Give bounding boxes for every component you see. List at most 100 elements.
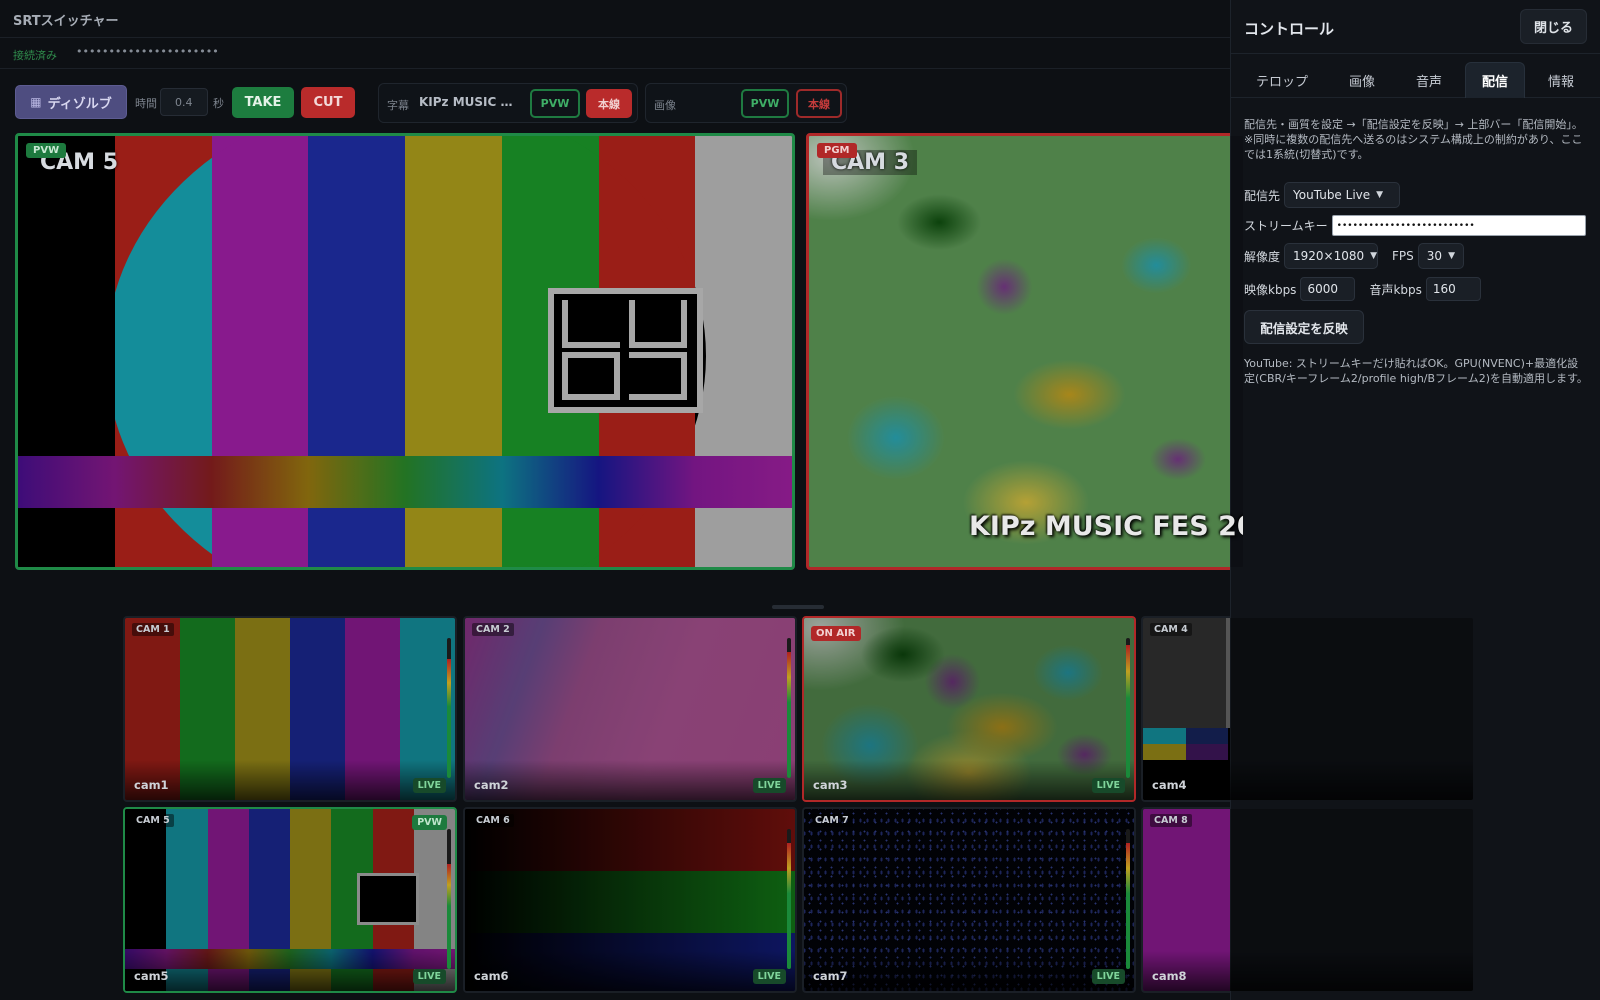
stream-key-input[interactable] (1331, 215, 1586, 236)
live-badge: LIVE (1091, 778, 1125, 793)
thumb-tag: CAM 5 (132, 814, 174, 827)
resolution-value: 1920×1080 (1293, 249, 1365, 263)
thumb-tag: CAM 6 (472, 814, 514, 827)
thumb-tag: CAM 4 (1150, 623, 1192, 636)
live-badge: LIVE (752, 778, 786, 793)
subtitle-pvw-button[interactable]: PVW (530, 89, 580, 118)
resize-handle[interactable] (772, 605, 824, 609)
preview-tag: PVW (26, 143, 67, 158)
dissolve-label: ディゾルブ (47, 96, 112, 112)
thumb-name: cam3 (813, 778, 848, 792)
audio-meter (787, 829, 791, 969)
chevron-down-icon: ▼ (1376, 190, 1384, 200)
image-pvw-button[interactable]: PVW (741, 89, 789, 118)
live-badge: LIVE (1091, 969, 1125, 984)
thumb-tag: CAM 8 (1150, 814, 1192, 827)
audio-kbps-label: 音声kbps (1369, 282, 1422, 297)
thumb-name: cam8 (1152, 969, 1187, 983)
thumb-tag: CAM 7 (811, 814, 853, 827)
thumb-name: cam5 (134, 969, 169, 983)
destination-row: 配信先 YouTube Live ▼ (1244, 182, 1401, 208)
apply-stream-settings-button[interactable]: 配信設定を反映 (1244, 310, 1364, 344)
color-gradient-band (18, 456, 792, 508)
camera-thumb-2[interactable]: CAM 2 cam2 LIVE (463, 616, 797, 802)
connection-bar: 接続済み •••••••••••••••••••••• (0, 39, 1230, 69)
time-label: 時間 (135, 97, 157, 110)
video-kbps-input[interactable] (1300, 277, 1356, 301)
bitrate-row: 映像kbps 音声kbps (1244, 277, 1481, 301)
image-program-button[interactable]: 本線 (796, 89, 842, 118)
tab-image[interactable]: 画像 (1333, 62, 1391, 98)
thumb-tag: CAM 1 (132, 623, 174, 636)
dissolve-icon: ▦ (30, 95, 42, 109)
close-button[interactable]: 閉じる (1520, 9, 1587, 44)
program-video (809, 136, 1243, 567)
audio-meter (1126, 829, 1130, 969)
app-title: SRTスイッチャー (13, 14, 119, 29)
app-titlebar: SRTスイッチャー (0, 0, 1230, 38)
subtitle-program-button[interactable]: 本線 (586, 89, 632, 118)
streaming-description: 配信先・画質を設定 →「配信設定を反映」→ 上部バー「配信開始」。※同時に複数の… (1244, 118, 1583, 161)
program-tag: PGM (817, 143, 857, 158)
camera-thumb-6[interactable]: CAM 6 cam6 LIVE (463, 807, 797, 993)
camera-thumb-5[interactable]: CAM 5 PVW cam5 LIVE (123, 807, 457, 993)
destination-label: 配信先 (1244, 188, 1281, 203)
program-overlay-caption: KIPz MUSIC FES 2026 (969, 511, 1243, 542)
cam6-red-band (465, 809, 795, 871)
subtitle-group: 字幕 KIPz MUSIC FES 2026 PVW 本線 (378, 83, 638, 123)
seconds-label: 秒 (213, 97, 224, 110)
counter-display (548, 288, 703, 413)
connection-status: 接続済み (13, 49, 57, 62)
fps-select[interactable]: 30 ▼ (1417, 243, 1464, 269)
chevron-down-icon: ▼ (1448, 251, 1455, 261)
on-air-badge: ON AIR (811, 626, 861, 641)
cam5-counter (357, 873, 419, 925)
image-group: 画像 PVW 本線 (645, 83, 847, 123)
take-button[interactable]: TAKE (232, 87, 294, 118)
resolution-label: 解像度 (1244, 249, 1281, 264)
thumb-name: cam7 (813, 969, 848, 983)
audio-meter (787, 638, 791, 778)
stream-key-row: ストリームキー (1244, 215, 1586, 236)
preview-monitor[interactable]: PVW CAM 5 (15, 133, 795, 570)
destination-select[interactable]: YouTube Live ▼ (1284, 182, 1401, 208)
panel-tabs: テロップ 画像 音声 配信 情報 (1231, 62, 1600, 98)
thumb-name: cam4 (1152, 778, 1187, 792)
resolution-row: 解像度 1920×1080 ▼ FPS 30 ▼ (1244, 243, 1464, 269)
fps-label: FPS (1392, 249, 1414, 263)
camera-thumb-1[interactable]: CAM 1 cam1 LIVE (123, 616, 457, 802)
video-kbps-label: 映像kbps (1244, 282, 1297, 297)
audio-kbps-input[interactable] (1425, 277, 1481, 301)
tab-streaming[interactable]: 配信 (1465, 62, 1525, 98)
image-label: 画像 (654, 99, 676, 112)
stream-key-label: ストリームキー (1244, 219, 1328, 233)
live-badge: LIVE (412, 969, 446, 984)
destination-value: YouTube Live (1293, 188, 1371, 202)
chevron-down-icon: ▼ (1370, 251, 1378, 261)
panel-header: コントロール 閉じる (1231, 0, 1600, 54)
tab-info[interactable]: 情報 (1531, 62, 1591, 98)
subtitle-label: 字幕 (387, 99, 409, 112)
audio-meter (447, 638, 451, 778)
pvw-badge: PVW (412, 815, 447, 830)
connection-url: •••••••••••••••••••••• (76, 45, 219, 58)
control-panel: コントロール 閉じる テロップ 画像 音声 配信 情報 配信先・画質を設定 →「… (1230, 0, 1600, 1000)
tab-audio[interactable]: 音声 (1399, 62, 1459, 98)
resolution-select[interactable]: 1920×1080 ▼ (1284, 243, 1379, 269)
switcher-toolbar: ▦ ディゾルブ 時間 秒 TAKE CUT 字幕 KIPz MUSIC FES … (0, 80, 1230, 126)
thumb-tag: CAM 2 (472, 623, 514, 636)
cam6-green-band (465, 871, 795, 933)
tab-telop[interactable]: テロップ (1245, 62, 1319, 98)
cut-button[interactable]: CUT (301, 87, 355, 118)
panel-title: コントロール (1244, 20, 1335, 38)
camera-thumb-7[interactable]: CAM 7 cam7 LIVE (802, 807, 1136, 993)
subtitle-text: KIPz MUSIC FES 2026 (419, 95, 517, 109)
time-input[interactable] (160, 88, 208, 116)
thumb-name: cam6 (474, 969, 509, 983)
fps-value: 30 (1426, 249, 1443, 263)
dissolve-button[interactable]: ▦ ディゾルブ (15, 85, 127, 119)
program-monitor[interactable]: PGM CAM 3 KIPz MUSIC FES 2026 (806, 133, 1246, 570)
live-badge: LIVE (412, 778, 446, 793)
live-badge: LIVE (752, 969, 786, 984)
camera-thumb-3[interactable]: ON AIR cam3 LIVE (802, 616, 1136, 802)
